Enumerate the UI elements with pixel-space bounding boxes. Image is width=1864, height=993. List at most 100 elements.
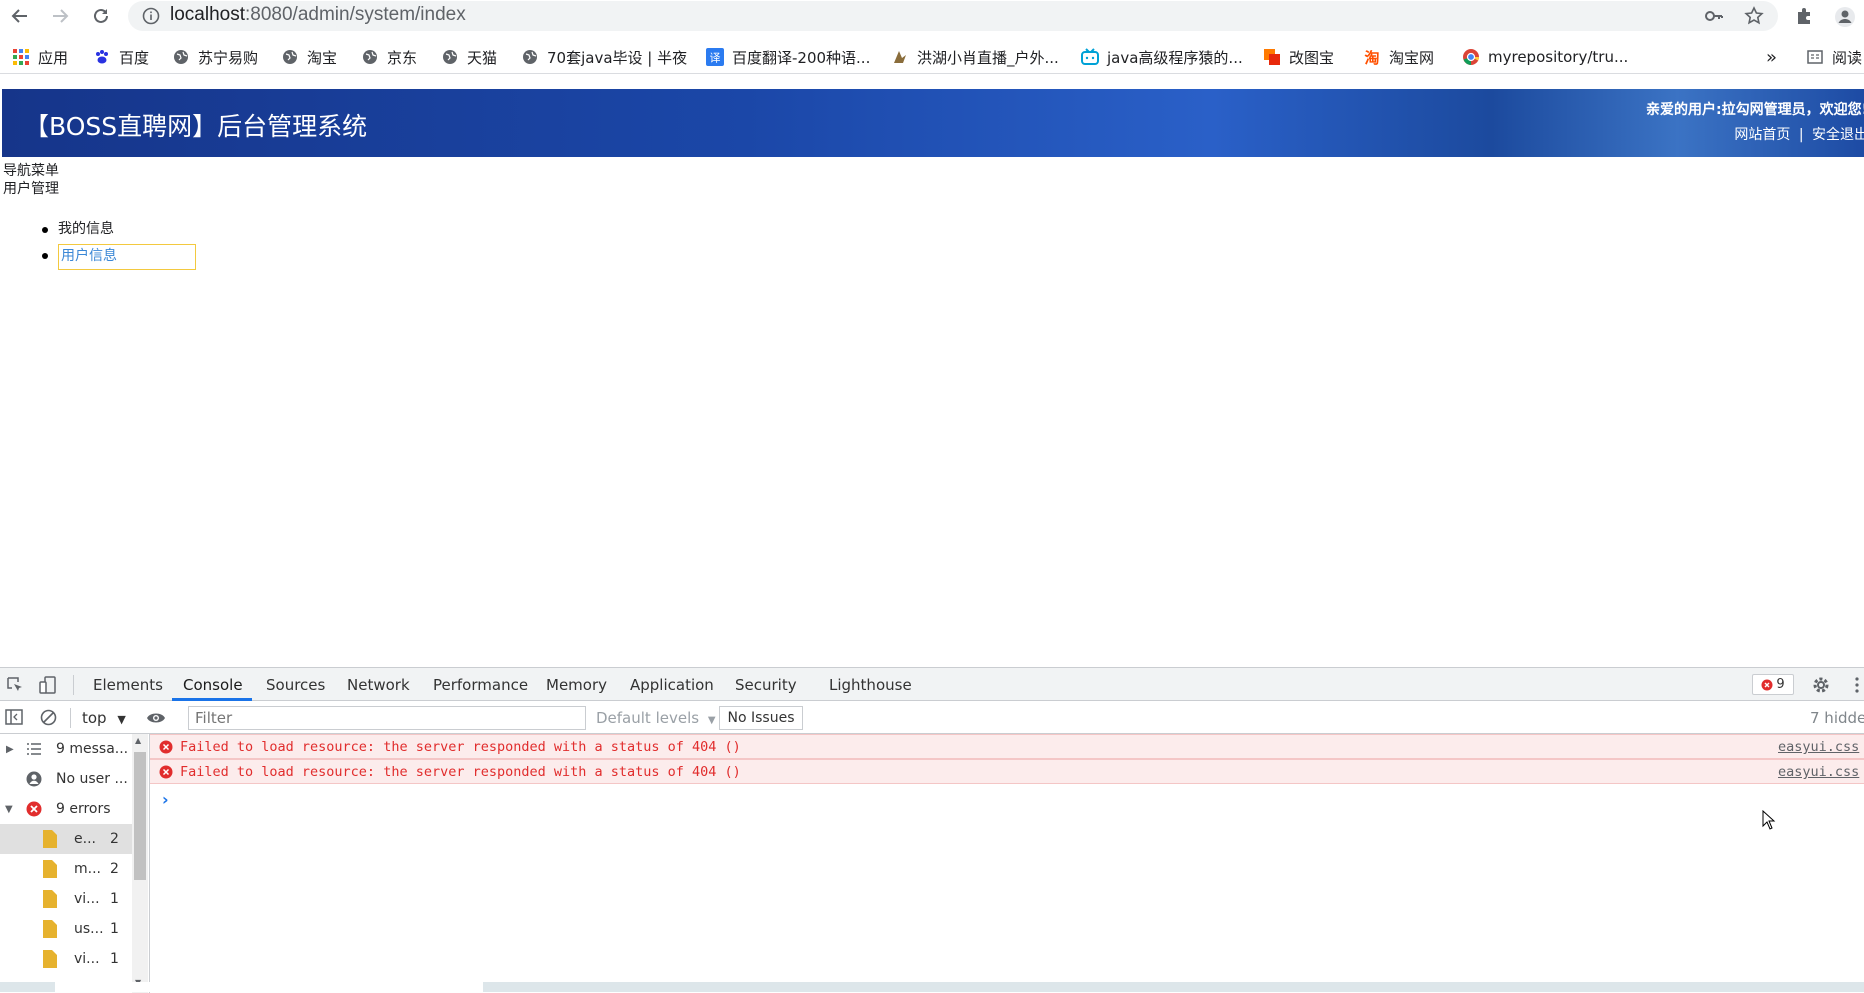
tab-console[interactable]: Console [183,676,243,694]
bookmark-gaitubao[interactable]: 改图宝 [1263,46,1334,68]
error-count-badge[interactable]: 9 [1752,674,1794,695]
home-link[interactable]: 网站首页 [1734,127,1790,143]
extensions-puzzle-icon[interactable] [1794,6,1816,28]
forward-button[interactable] [48,4,72,28]
error-count: 9 [1776,677,1785,692]
sidebar-toggle-icon[interactable] [5,709,23,729]
console-error-message: Failed to load resource: the server resp… [150,734,1864,759]
sidebar-file-item[interactable]: e... 2 [0,824,132,854]
bookmark-taobao[interactable]: 淘宝 [281,46,337,68]
bookmarks-bar: 应用 百度 苏宁易购 淘宝 京东 天猫 70套java毕设 | 半夜 译 百度翻… [0,38,1864,74]
bookmark-baidu-translate[interactable]: 译 百度翻译-200种语... [706,46,870,68]
reading-list-label: 阅读 [1832,48,1863,67]
sidebar-item-label: us... [74,921,104,937]
device-toolbar-icon[interactable] [38,675,58,699]
bookmark-suning[interactable]: 苏宁易购 [172,46,258,68]
sidebar-item-user-messages[interactable]: No user ... [0,764,132,794]
more-options-icon[interactable] [1854,676,1860,698]
bookmark-label: 淘宝网 [1389,48,1435,67]
bookmark-label: java高级程序猿的... [1107,48,1243,67]
tab-lighthouse[interactable]: Lighthouse [829,676,912,694]
file-icon [43,830,57,848]
tab-application[interactable]: Application [630,676,714,694]
console-filter-input[interactable] [188,706,586,730]
bookmark-label: 百度翻译-200种语... [732,48,871,67]
star-bookmark-icon[interactable] [1744,6,1766,28]
globe-icon [172,48,190,66]
profile-avatar-icon[interactable] [1834,6,1856,28]
live-expression-eye-icon[interactable] [146,710,166,729]
back-button[interactable] [8,4,32,28]
sidebar-item-label: e... [74,831,96,847]
tab-security[interactable]: Security [735,676,797,694]
sidebar-file-item[interactable]: vi... 1 [0,944,132,974]
dropdown-arrow-icon: ▼ [707,715,716,726]
more-bookmarks-button[interactable]: » [1766,46,1777,68]
bookmark-tmall[interactable]: 天猫 [441,46,497,68]
log-levels-dropdown[interactable]: Default levels ▼ [596,709,716,727]
tab-network[interactable]: Network [347,676,410,694]
settings-gear-icon[interactable] [1811,675,1831,699]
sidebar-file-item[interactable]: m... 2 [0,854,132,884]
menu-item-my-info[interactable]: 我的信息 [42,218,196,244]
inspect-element-icon[interactable] [6,676,24,698]
logout-link[interactable]: 安全退出 [1812,127,1864,143]
tab-elements[interactable]: Elements [93,676,163,694]
bookmark-baidu[interactable]: 百度 [93,46,149,68]
error-source-link[interactable]: easyui.css [1778,739,1859,755]
bookmark-jd[interactable]: 京东 [361,46,417,68]
bookmark-taobao-net[interactable]: 淘 淘宝网 [1363,46,1434,68]
bookmark-java-projects[interactable]: 70套java毕设 | 半夜 [521,46,687,68]
list-icon [27,743,41,755]
tab-memory[interactable]: Memory [546,676,607,694]
bookmark-label: 70套java毕设 | 半夜 [547,48,688,67]
chrome-icon [1462,48,1480,66]
scrollbar-thumb[interactable] [134,752,146,880]
issues-button[interactable]: No Issues [719,706,803,730]
bookmark-label: 应用 [38,48,69,67]
taskbar-search-box[interactable] [55,982,483,992]
clear-console-icon[interactable] [40,709,57,730]
sidebar-item-errors[interactable]: ▼ 9 errors [0,794,132,824]
bookmark-apps[interactable]: 应用 [12,46,68,68]
error-icon [159,765,173,779]
file-icon [43,890,57,908]
reload-button[interactable] [89,4,113,28]
sidebar-scrollbar[interactable]: ▲ ▼ [132,734,148,993]
bookmark-bilibili[interactable]: java高级程序猿的... [1081,46,1243,68]
key-icon[interactable] [1704,6,1726,28]
context-value: top [82,709,107,727]
header-banner: 【BOSS直聘网】后台管理系统 亲爱的用户:拉勾网管理员，欢迎您! 网站首页 |… [2,89,1864,157]
sidebar-file-item[interactable]: us... 1 [0,914,132,944]
user-icon [26,771,42,787]
bookmark-label: 苏宁易购 [198,48,259,67]
console-prompt-icon[interactable]: › [162,790,169,809]
more-bookmarks-label: » [1766,46,1778,68]
banner-title: 【BOSS直聘网】后台管理系统 [24,112,368,141]
scroll-up-icon[interactable]: ▲ [135,736,141,745]
globe-icon [441,48,459,66]
tab-sources[interactable]: Sources [266,676,325,694]
bookmark-live[interactable]: 洪湖小肖直播_户外... [891,46,1059,68]
error-icon [1761,679,1773,690]
menu-item-user-info[interactable]: 用户信息 [42,244,196,270]
site-icon [1263,48,1281,66]
sidebar-file-item[interactable]: vi... 1 [0,884,132,914]
nav-group-user-management[interactable]: 用户管理 [3,178,59,198]
sidebar-item-count: 2 [110,861,119,877]
url-text[interactable]: localhost:8080/admin/system/index [170,4,466,26]
collapse-arrow-icon: ▼ [5,803,13,815]
bookmark-label: 百度 [119,48,150,67]
context-select[interactable]: top ▼ [82,709,126,727]
sidebar-item-label: m... [74,861,101,877]
svg-text:译: 译 [710,52,721,65]
sidebar-item-messages[interactable]: ▶ 9 messa... [0,734,132,764]
tab-performance[interactable]: Performance [433,676,528,694]
reading-list-button[interactable]: 阅读 [1806,46,1862,68]
bookmark-label: 天猫 [467,48,498,67]
site-info-icon[interactable] [142,7,160,29]
header-links: 网站首页 | 安全退出 [1734,124,1864,144]
bookmark-myrepository[interactable]: myrepository/tru... [1462,46,1628,68]
error-source-link[interactable]: easyui.css [1778,764,1859,780]
mouse-cursor-icon [1762,809,1776,834]
